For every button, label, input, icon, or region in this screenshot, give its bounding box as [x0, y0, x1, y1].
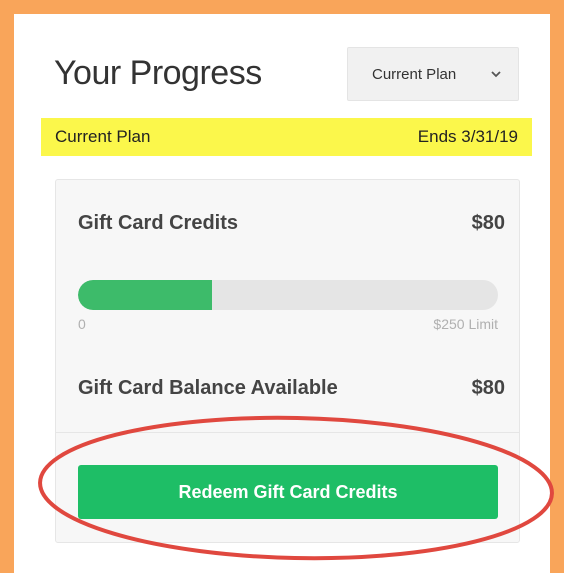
balance-row: Gift Card Balance Available $80 — [78, 377, 505, 400]
balance-amount: $80 — [471, 377, 505, 399]
progress-panel: Your Progress Current Plan Current Plan … — [14, 14, 550, 573]
plan-banner: Current Plan Ends 3/31/19 — [41, 118, 532, 156]
credits-card: Gift Card Credits $80 0 $250 Limit Gift … — [55, 179, 520, 543]
credits-amount: $80 — [471, 212, 505, 234]
progress-scale: 0 $250 Limit — [78, 316, 498, 332]
chevron-down-icon — [490, 68, 502, 80]
page-title: Your Progress — [54, 54, 262, 92]
credits-row: Gift Card Credits $80 — [78, 212, 505, 235]
plan-select-value: Current Plan — [372, 65, 457, 83]
plan-end-date: Ends 3/31/19 — [417, 127, 518, 146]
credits-label: Gift Card Credits — [78, 212, 239, 234]
redeem-gift-card-credits-button[interactable]: Redeem Gift Card Credits — [78, 465, 498, 519]
card-divider — [56, 432, 519, 433]
scale-min-label: 0 — [78, 316, 86, 332]
balance-label: Gift Card Balance Available — [78, 377, 338, 399]
credits-progress-fill — [78, 280, 213, 310]
credits-progress-bar — [78, 280, 498, 310]
scale-max-label: $250 Limit — [433, 316, 498, 332]
plan-select[interactable]: Current Plan — [347, 47, 519, 101]
plan-banner-label: Current Plan — [55, 127, 151, 146]
